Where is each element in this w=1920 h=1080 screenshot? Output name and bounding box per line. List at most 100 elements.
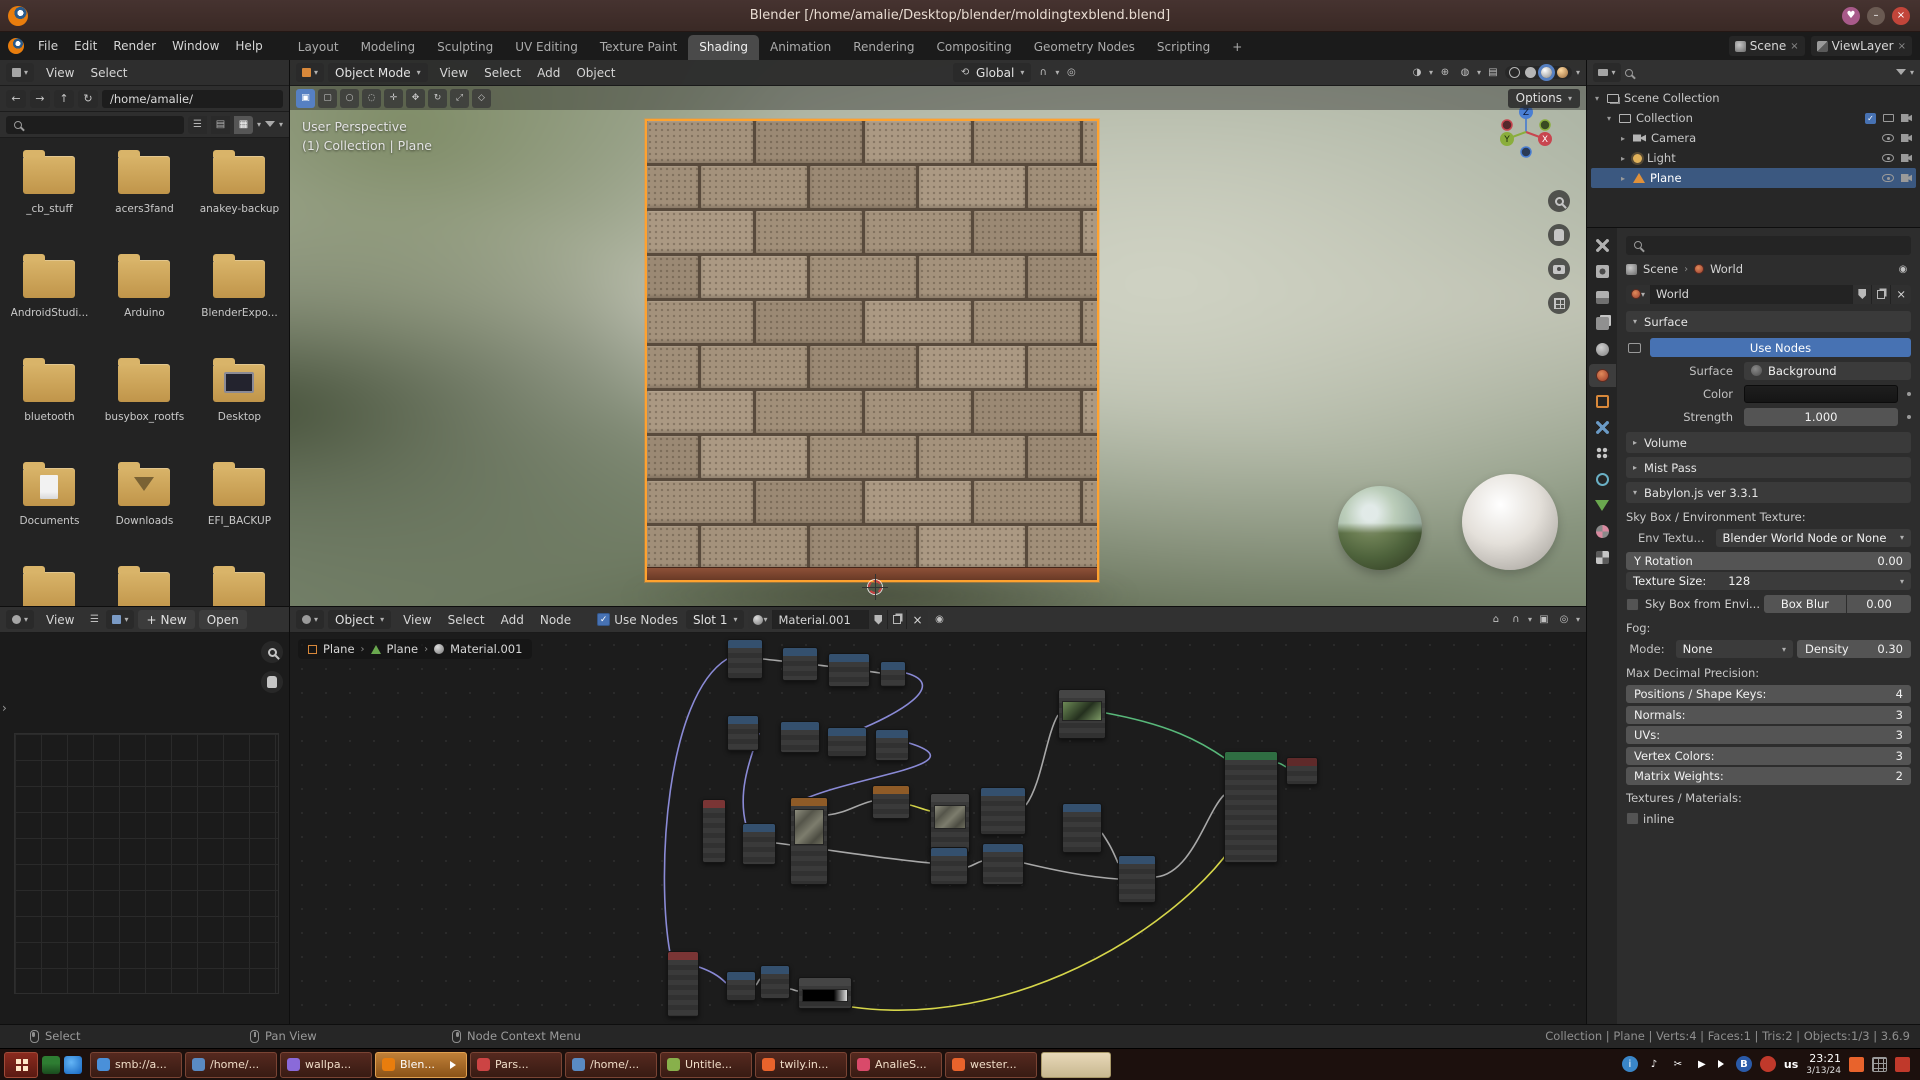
wireframe-shading-button[interactable]: [1509, 67, 1520, 78]
path-field[interactable]: /home/amalie/: [102, 90, 283, 108]
hamburger-icon[interactable]: ☰: [86, 612, 102, 628]
workspace-tab-modeling[interactable]: Modeling: [350, 35, 427, 60]
screen-visibility-icon[interactable]: [1883, 114, 1894, 122]
precision-slider[interactable]: Matrix Weights:2: [1626, 767, 1911, 785]
zoom-icon[interactable]: [1548, 190, 1570, 212]
tweak-tool-button[interactable]: ▣: [296, 89, 315, 108]
outliner-row-light[interactable]: ▸Light: [1591, 148, 1916, 168]
shader-node[interactable]: [782, 647, 818, 681]
shader-node[interactable]: [790, 797, 828, 885]
window-minimize-button[interactable]: –: [1867, 7, 1885, 25]
window-close-button[interactable]: ×: [1892, 7, 1910, 25]
menu-view[interactable]: View: [432, 64, 476, 82]
box-blur-value-field[interactable]: 0.00: [1847, 595, 1911, 613]
info-tray-icon[interactable]: i: [1622, 1056, 1638, 1072]
clipboard-tray-icon[interactable]: ✂: [1670, 1056, 1686, 1072]
material-preview-shading-button[interactable]: [1541, 67, 1552, 78]
fake-user-shield-icon[interactable]: [1853, 285, 1872, 304]
precision-slider[interactable]: Normals:3: [1626, 706, 1911, 724]
editor-type-icon[interactable]: ▾: [6, 610, 34, 629]
pin-icon[interactable]: ◉: [1895, 261, 1911, 277]
overlays-icon[interactable]: ▣: [1536, 612, 1552, 628]
music-tray-icon[interactable]: ♪: [1646, 1056, 1662, 1072]
copy-material-icon[interactable]: [888, 610, 907, 629]
color-swatch[interactable]: [1744, 385, 1898, 403]
unlink-material-button[interactable]: ×: [907, 610, 927, 629]
tab-object[interactable]: [1589, 390, 1616, 413]
env-texture-select[interactable]: Blender World Node or None▾: [1716, 529, 1912, 547]
shader-node[interactable]: [798, 977, 852, 1009]
shader-node[interactable]: [980, 787, 1026, 835]
back-button[interactable]: ←: [6, 90, 26, 108]
mode-dropdown[interactable]: Object Mode▾: [328, 63, 428, 82]
bluetooth-tray-icon[interactable]: B: [1736, 1056, 1752, 1072]
orientation-dropdown[interactable]: ⟲Global▾: [953, 63, 1031, 82]
hide-in-viewport-icon[interactable]: [1882, 154, 1894, 162]
strength-field[interactable]: 1.000: [1744, 408, 1898, 426]
search-icon[interactable]: [1625, 69, 1633, 77]
y-rotation-slider[interactable]: Y Rotation 0.00: [1626, 552, 1911, 570]
cursor-tool-button[interactable]: ✛: [384, 89, 403, 108]
precision-slider[interactable]: Positions / Shape Keys:4: [1626, 685, 1911, 703]
taskbar-app[interactable]: Untitle...: [660, 1052, 752, 1078]
plane-object-wall[interactable]: [645, 119, 1099, 582]
tab-world[interactable]: [1589, 364, 1616, 387]
shader-node[interactable]: [1118, 855, 1156, 903]
workspace-tab-scripting[interactable]: Scripting: [1146, 35, 1221, 60]
shader-node[interactable]: [828, 653, 870, 687]
precision-slider[interactable]: Vertex Colors:3: [1626, 747, 1911, 765]
window-titlebar[interactable]: Blender [/home/amalie/Desktop/blender/mo…: [0, 0, 1920, 32]
preview-chevron[interactable]: ▾: [1576, 615, 1580, 624]
snap-chevron[interactable]: ▾: [1528, 615, 1532, 624]
hide-in-viewport-icon[interactable]: [1882, 174, 1894, 182]
menu-add[interactable]: Add: [529, 64, 568, 82]
render-visibility-icon[interactable]: [1901, 114, 1912, 122]
play-tray-icon[interactable]: ▶: [1694, 1056, 1710, 1072]
filter-icon[interactable]: [265, 121, 275, 132]
fog-mode-select[interactable]: None▾: [1676, 640, 1793, 658]
outliner-row-camera[interactable]: ▸Camera: [1591, 128, 1916, 148]
shader-node[interactable]: [880, 661, 906, 687]
editor-type-icon[interactable]: ▾: [296, 610, 324, 629]
menu-edit[interactable]: Edit: [66, 37, 105, 55]
animate-dot-icon[interactable]: [1907, 415, 1911, 419]
view-list-vertical-button[interactable]: ☰: [188, 116, 207, 134]
transform-tool-button[interactable]: ◇: [472, 89, 491, 108]
red-tray-icon[interactable]: [1895, 1057, 1910, 1072]
select-circle-tool-button[interactable]: ○: [340, 89, 359, 108]
tab-tool[interactable]: [1589, 234, 1616, 257]
menu-select[interactable]: Select: [476, 64, 529, 82]
skybox-from-env-checkbox[interactable]: [1626, 598, 1639, 611]
shader-node[interactable]: [930, 847, 968, 885]
use-nodes-button[interactable]: Use Nodes: [1650, 338, 1911, 357]
render-visibility-icon[interactable]: [1901, 174, 1912, 182]
image-editor-body[interactable]: ›: [0, 633, 289, 1024]
file-browser-folder[interactable]: anakey-backup: [192, 146, 287, 250]
keyboard-layout-indicator[interactable]: us: [1784, 1058, 1798, 1071]
snap-chevron[interactable]: ▾: [1055, 68, 1059, 77]
filter-chevron[interactable]: ▾: [279, 120, 283, 129]
taskbar-app[interactable]: Pars...: [470, 1052, 562, 1078]
workspace-tab-layout[interactable]: Layout: [287, 35, 350, 60]
xray-icon[interactable]: ▤: [1485, 65, 1501, 81]
workspace-tab-rendering[interactable]: Rendering: [842, 35, 925, 60]
file-browser-folder[interactable]: busybox_rootfs: [97, 354, 192, 458]
breadcrumb-scene[interactable]: Scene: [1643, 262, 1678, 276]
recording-tray-icon[interactable]: [1760, 1056, 1776, 1072]
tab-object-data[interactable]: [1589, 494, 1616, 517]
menu-node[interactable]: Node: [532, 611, 579, 629]
up-button[interactable]: ↑: [54, 90, 74, 108]
overlays-chevron[interactable]: ▾: [1477, 68, 1481, 77]
new-image-button[interactable]: + New: [138, 610, 194, 629]
menu-render[interactable]: Render: [105, 37, 164, 55]
gizmos-icon[interactable]: ⊕: [1437, 65, 1453, 81]
shader-node[interactable]: [982, 843, 1024, 885]
workspace-tab-sculpting[interactable]: Sculpting: [426, 35, 504, 60]
scale-tool-button[interactable]: ⤢: [450, 89, 469, 108]
shader-node[interactable]: [930, 793, 970, 853]
breadcrumb-item[interactable]: Plane: [323, 642, 355, 656]
file-browser-folder[interactable]: acers3fand: [97, 146, 192, 250]
shader-node[interactable]: [872, 785, 910, 819]
disclosure-triangle-icon[interactable]: ▸: [1621, 174, 1633, 183]
taskbar-app[interactable]: Blen...: [375, 1052, 467, 1078]
